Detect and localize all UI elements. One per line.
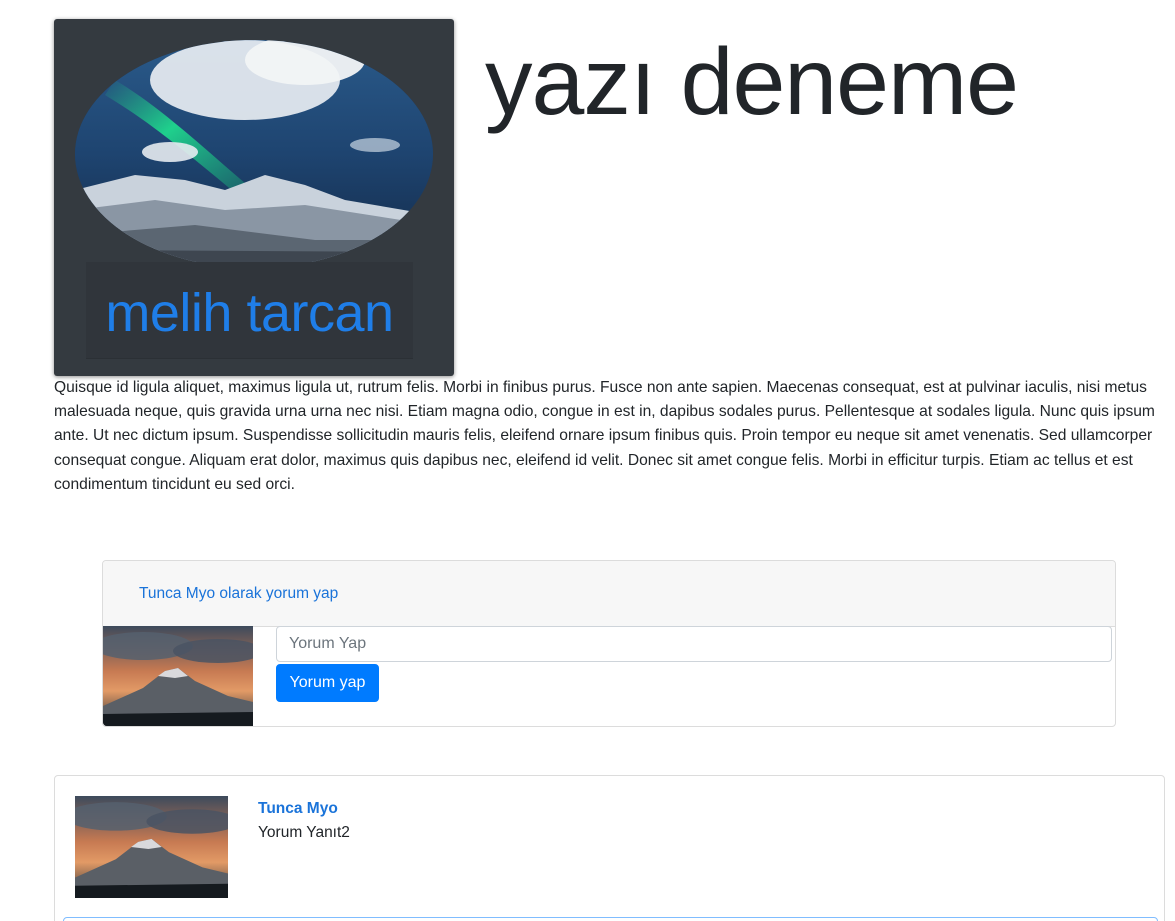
reply-input[interactable] [63, 917, 1158, 921]
comment-text: Yorum Yanıt2 [258, 824, 350, 841]
comment-form-header: Tunca Myo olarak yorum yap [103, 561, 1115, 627]
user-avatar [103, 626, 253, 726]
post-body: Quisque id ligula aliquet, maximus ligul… [54, 379, 1155, 493]
comment-author-link[interactable]: Tunca Myo [258, 800, 338, 818]
post-title: yazı deneme [485, 29, 1019, 135]
author-photo [75, 40, 433, 268]
commenter-avatar [75, 796, 228, 898]
author-name-box: melih tarcan [86, 262, 413, 359]
comment-form: Tunca Myo olarak yorum yap Yorum Yap Yor… [102, 560, 1116, 727]
comment-item: Tunca Myo Yorum Yanıt2 [54, 775, 1165, 921]
submit-comment-button[interactable]: Yorum yap [276, 664, 379, 702]
blog-post-page: melih tarcan yazı deneme Quisque id ligu… [0, 0, 1175, 921]
author-card: melih tarcan [54, 19, 454, 376]
comment-as-user-link[interactable]: Tunca Myo olarak yorum yap [139, 585, 338, 603]
comment-input[interactable] [276, 626, 1112, 662]
author-name[interactable]: melih tarcan [86, 282, 413, 344]
